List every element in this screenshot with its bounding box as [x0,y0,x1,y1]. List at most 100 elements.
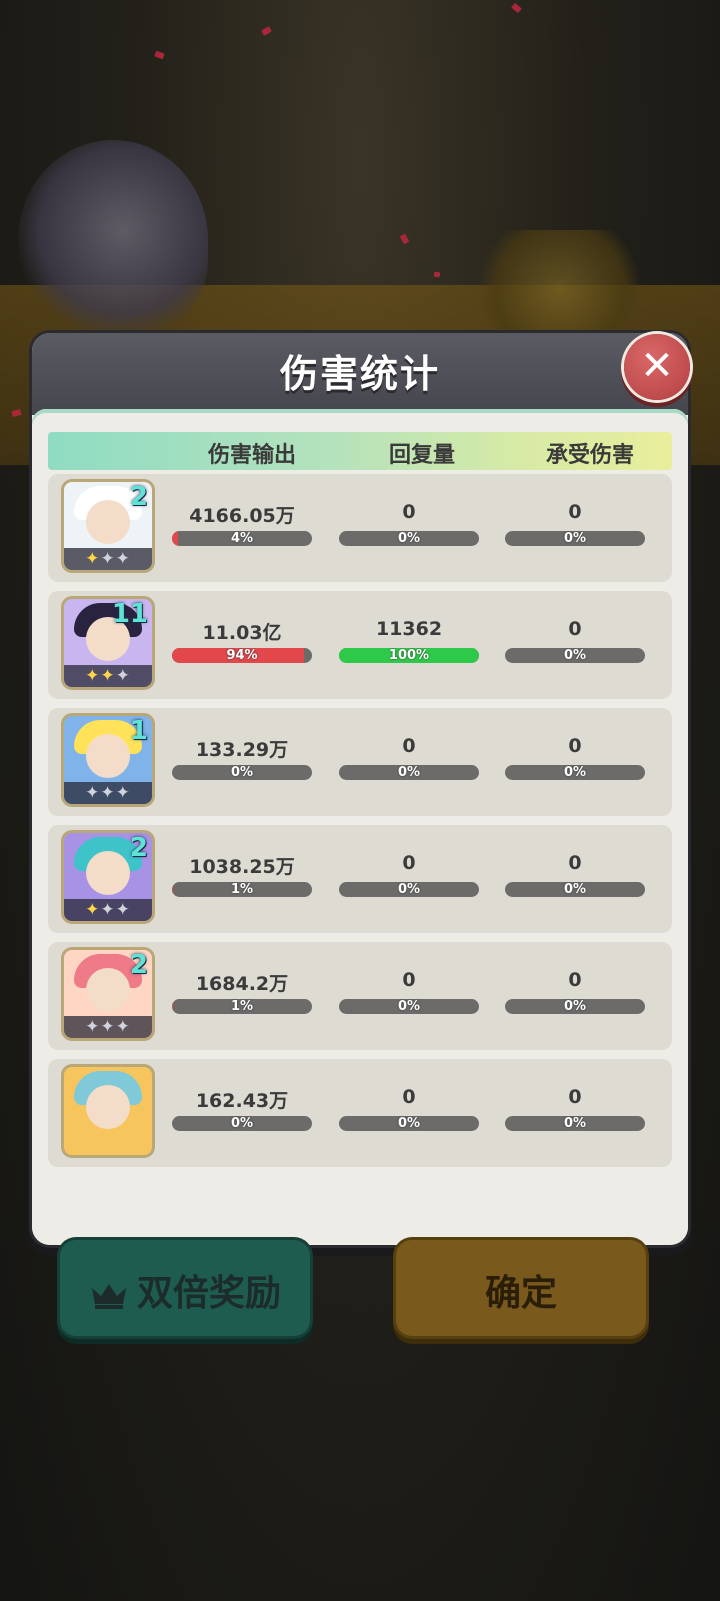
taken-progress-bar: 0% [505,765,645,780]
damage-progress-bar: 1% [172,882,312,897]
heal-percent: 0% [397,765,421,780]
heal-value: 0 [402,852,416,874]
damage-progress-bar: 94% [172,648,312,663]
damage-value: 11.03亿 [202,622,282,644]
crown-icon [91,1284,126,1309]
taken-percent: 0% [563,1116,587,1131]
hero-level: 2 [129,482,148,512]
damage-percent: 94% [226,648,258,663]
double-reward-button[interactable]: 双倍奖励 [60,1240,310,1336]
taken-value: 0 [568,735,582,757]
hero-stats-row: 2 ✦✦✦ 4166.05万 4% 0 0% 0 0% [48,474,672,582]
heal-value: 0 [402,1086,416,1108]
confirm-label: 确定 [484,1273,557,1314]
hero-stats-row: 2 ✦✦✦ 1038.25万 1% 0 0% 0 0% [48,825,672,933]
taken-value: 0 [568,969,582,991]
taken-value: 0 [568,1086,582,1108]
hero-portrait-face [86,851,130,895]
damage-progress-bar: 0% [172,1116,312,1131]
taken-value: 0 [568,852,582,874]
heal-value: 0 [402,969,416,991]
heal-percent: 0% [397,531,421,546]
background-hero-art [18,140,208,340]
column-header-damage: 伤害输出 [207,443,296,468]
star-empty-icon: ✦ [115,900,131,920]
damage-percent: 0% [230,765,254,780]
hero-stats-row: 1 ✦✦✦ 133.29万 0% 0 0% 0 0% [48,708,672,816]
hero-star-rating: ✦✦✦ [64,665,152,687]
dialog-header: 伤害统计 [32,333,688,415]
heal-percent: 0% [397,882,421,897]
heal-value: 11362 [375,618,443,640]
hero-portrait-face [86,734,130,778]
confirm-button[interactable]: 确定 [396,1240,646,1336]
hero-avatar[interactable]: 11 ✦✦✦ [64,599,152,687]
heal-value: 0 [402,501,416,523]
hero-avatar[interactable] [64,1067,152,1155]
star-filled-icon: ✦ [100,666,116,686]
hero-level: 1 [129,716,148,746]
taken-progress-bar: 0% [505,882,645,897]
star-empty-icon: ✦ [100,900,116,920]
hero-stats-row: 162.43万 0% 0 0% 0 0% [48,1059,672,1167]
damage-value: 1684.2万 [195,973,289,995]
taken-value: 0 [568,618,582,640]
damage-value: 133.29万 [195,739,289,761]
star-filled-icon: ✦ [85,666,101,686]
hero-portrait-face [86,968,130,1012]
taken-progress-bar: 0% [505,999,645,1014]
double-reward-label: 双倍奖励 [136,1273,281,1314]
taken-percent: 0% [563,648,587,663]
column-header-heal: 回复量 [388,443,455,468]
taken-percent: 0% [563,765,587,780]
heal-value: 0 [402,735,416,757]
hero-portrait-face [86,1085,130,1129]
damage-percent: 1% [230,999,254,1014]
hero-star-rating: ✦✦✦ [64,548,152,570]
star-filled-icon: ✦ [85,900,101,920]
heal-progress-bar: 0% [339,531,479,546]
damage-progress-bar: 1% [172,999,312,1014]
star-empty-icon: ✦ [100,549,116,569]
star-empty-icon: ✦ [100,1017,116,1037]
damage-value: 4166.05万 [189,505,295,527]
column-header-taken: 承受伤害 [545,443,634,468]
star-empty-icon: ✦ [115,783,131,803]
hero-star-rating: ✦✦✦ [64,899,152,921]
damage-value: 1038.25万 [189,856,295,878]
star-empty-icon: ✦ [85,783,101,803]
heal-percent: 0% [397,999,421,1014]
taken-progress-bar: 0% [505,648,645,663]
hero-avatar[interactable]: 1 ✦✦✦ [64,716,152,804]
taken-value: 0 [568,501,582,523]
hero-level: 2 [129,833,148,863]
damage-progress-bar: 4% [172,531,312,546]
background-badge-art [470,230,650,350]
taken-percent: 0% [563,882,587,897]
damage-progress-bar: 0% [172,765,312,780]
star-empty-icon: ✦ [115,549,131,569]
hero-avatar[interactable]: 2 ✦✦✦ [64,950,152,1038]
star-empty-icon: ✦ [115,666,131,686]
hero-stats-row: 2 ✦✦✦ 1684.2万 1% 0 0% 0 0% [48,942,672,1050]
heal-progress-bar: 0% [339,765,479,780]
heal-percent: 0% [397,1116,421,1131]
hero-avatar[interactable]: 2 ✦✦✦ [64,833,152,921]
damage-percent: 1% [230,882,254,897]
taken-progress-bar: 0% [505,1116,645,1131]
hero-level: 11 [111,599,148,629]
damage-percent: 4% [230,531,254,546]
heal-percent: 100% [388,648,430,663]
heal-progress-bar: 0% [339,999,479,1014]
hero-avatar[interactable]: 2 ✦✦✦ [64,482,152,570]
taken-percent: 0% [563,999,587,1014]
heal-progress-bar: 0% [339,882,479,897]
taken-progress-bar: 0% [505,531,645,546]
taken-percent: 0% [563,531,587,546]
close-button[interactable]: ✕ [624,334,690,400]
confetti [433,271,441,278]
damage-percent: 0% [230,1116,254,1131]
star-empty-icon: ✦ [100,783,116,803]
hero-star-rating: ✦✦✦ [64,1016,152,1038]
damage-value: 162.43万 [195,1090,289,1112]
